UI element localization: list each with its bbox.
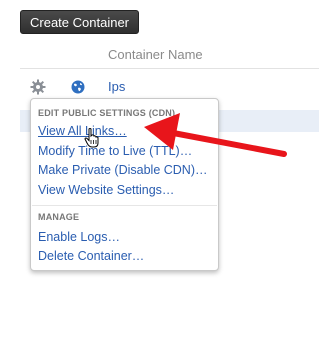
menu-item-modify-ttl[interactable]: Modify Time to Live (TTL)… bbox=[38, 144, 192, 158]
container-actions-menu: EDIT PUBLIC SETTINGS (CDN) View All Link… bbox=[30, 98, 219, 271]
menu-heading-cdn: EDIT PUBLIC SETTINGS (CDN) bbox=[38, 108, 176, 118]
gear-icon[interactable] bbox=[30, 79, 46, 95]
column-header-container-name: Container Name bbox=[108, 47, 203, 62]
menu-heading-manage: MANAGE bbox=[38, 212, 80, 222]
container-name-link[interactable]: Ips bbox=[108, 79, 125, 94]
menu-divider bbox=[32, 205, 217, 206]
header-divider bbox=[20, 68, 319, 69]
menu-item-enable-logs[interactable]: Enable Logs… bbox=[38, 230, 120, 244]
globe-icon bbox=[71, 80, 85, 94]
page: Create Container Container Name Ips EDIT… bbox=[0, 0, 319, 343]
menu-item-make-private[interactable]: Make Private (Disable CDN)… bbox=[38, 163, 207, 177]
menu-item-view-website-settings[interactable]: View Website Settings… bbox=[38, 183, 174, 197]
create-container-button[interactable]: Create Container bbox=[20, 10, 139, 34]
menu-item-delete-container[interactable]: Delete Container… bbox=[38, 249, 144, 263]
menu-item-view-all-links[interactable]: View All Links… bbox=[38, 124, 127, 138]
